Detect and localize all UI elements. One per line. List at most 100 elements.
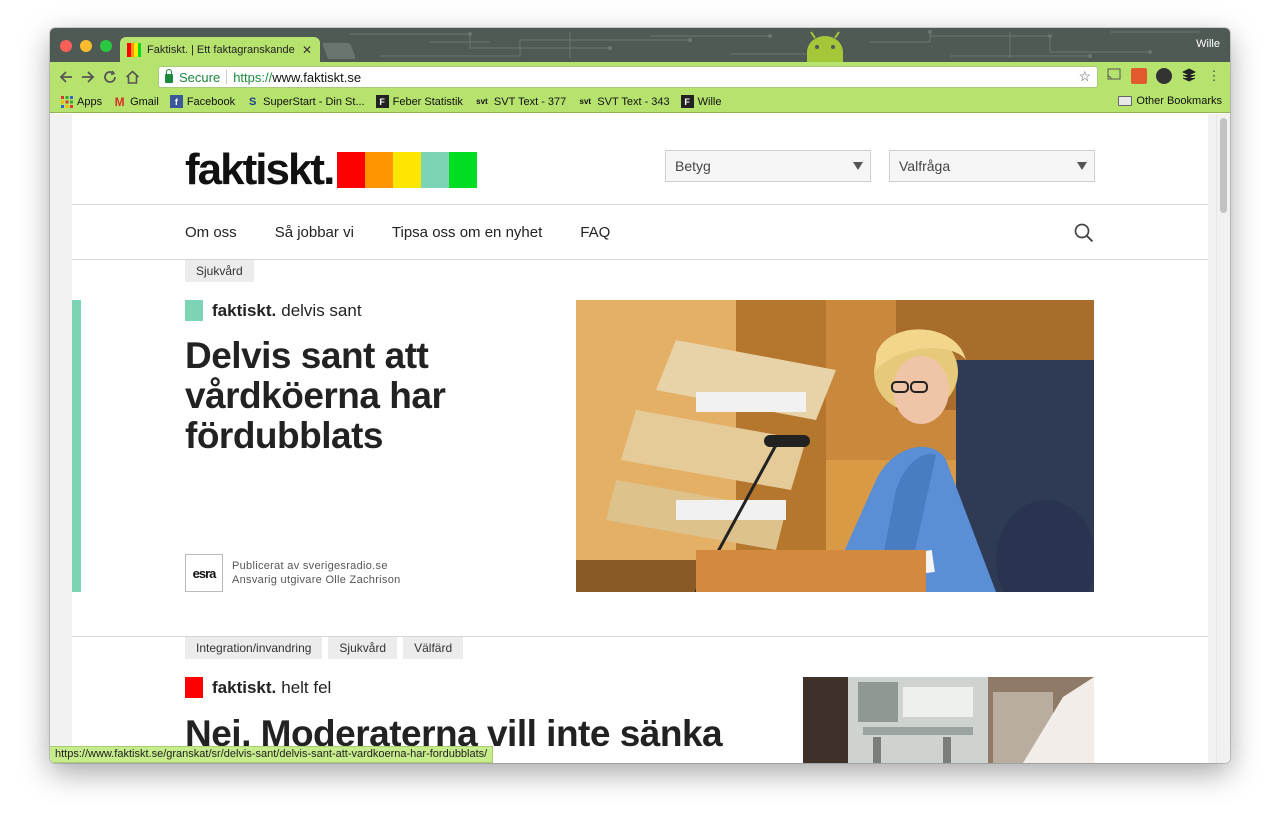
article-photo[interactable] bbox=[576, 300, 1094, 592]
mail-extension-icon[interactable] bbox=[1131, 68, 1147, 84]
feber-icon: F bbox=[375, 95, 389, 108]
bookmark-wille[interactable]: F Wille bbox=[680, 95, 722, 108]
nav-how-we-work[interactable]: Så jobbar vi bbox=[275, 224, 354, 241]
bookmark-facebook[interactable]: f Facebook bbox=[169, 95, 236, 108]
page-scrollbar[interactable] bbox=[1216, 114, 1230, 763]
bookmark-svt-343[interactable]: svt SVT Text - 343 bbox=[577, 95, 670, 108]
url-scheme: https:// bbox=[233, 69, 273, 85]
nav-submit-tip[interactable]: Tipsa oss om en nyhet bbox=[392, 224, 542, 241]
back-arrow-icon[interactable] bbox=[55, 66, 77, 88]
secure-label: Secure bbox=[179, 69, 221, 85]
logo-color-bars bbox=[337, 152, 478, 188]
minimize-window-button[interactable] bbox=[80, 40, 92, 52]
article-photo[interactable] bbox=[803, 677, 1094, 763]
close-window-button[interactable] bbox=[60, 40, 72, 52]
search-icon[interactable] bbox=[1074, 223, 1094, 243]
faktiskt-favicon-icon bbox=[127, 42, 141, 57]
bookmark-label: SVT Text - 377 bbox=[493, 95, 567, 108]
folder-icon bbox=[1118, 96, 1133, 106]
android-mascot-icon bbox=[807, 31, 843, 62]
nav-faq[interactable]: FAQ bbox=[580, 224, 610, 241]
bookmark-label: Wille bbox=[697, 95, 722, 108]
headline-line: fördubblats bbox=[185, 415, 383, 456]
article-tags: Integration/invandring Sjukvård Välfärd bbox=[185, 637, 464, 659]
title-bar: Faktiskt. | Ett faktagranskande ✕ Wille bbox=[50, 28, 1230, 62]
browser-window: Faktiskt. | Ett faktagranskande ✕ Wille … bbox=[50, 28, 1230, 763]
superstart-icon: S bbox=[248, 95, 257, 108]
verdict-label: faktiskt. delvis sant bbox=[185, 300, 362, 321]
responsible-editor: Ansvarig utgivare Olle Zachrison bbox=[232, 574, 401, 586]
facebook-icon: f bbox=[169, 95, 183, 108]
status-bar-url: https://www.faktiskt.se/granskat/sr/delv… bbox=[50, 746, 494, 763]
logo-wordmark: faktiskt. bbox=[185, 145, 335, 194]
apps-grid-icon bbox=[60, 95, 73, 108]
address-bar[interactable]: Secure https:// www.faktiskt.se ☆ bbox=[158, 66, 1098, 88]
zoom-window-button[interactable] bbox=[100, 40, 112, 52]
bookmark-label: Feber Statistik bbox=[392, 95, 463, 108]
omnibox-separator bbox=[226, 70, 228, 84]
tag-integration[interactable]: Integration/invandring bbox=[185, 637, 323, 659]
bookmark-label: SVT Text - 343 bbox=[597, 95, 670, 108]
layers-icon[interactable] bbox=[1181, 68, 1197, 84]
bookmark-label: SuperStart - Din St... bbox=[263, 95, 365, 108]
election-question-select[interactable]: Valfråga bbox=[889, 150, 1095, 182]
nav-about[interactable]: Om oss bbox=[185, 224, 237, 241]
other-bookmarks[interactable]: Other Bookmarks bbox=[1118, 95, 1222, 107]
article-tags: Sjukvård bbox=[185, 260, 254, 282]
verdict-brand: faktiskt. bbox=[212, 300, 277, 320]
extension-icons: ⋮ bbox=[1106, 68, 1222, 84]
gmail-icon: M bbox=[114, 94, 125, 109]
verdict-accent-bar bbox=[72, 300, 81, 592]
browser-tab[interactable]: Faktiskt. | Ett faktagranskande ✕ bbox=[120, 37, 320, 62]
header-divider bbox=[72, 204, 1208, 205]
tag-healthcare[interactable]: Sjukvård bbox=[185, 260, 254, 282]
bookmark-gmail[interactable]: M Gmail bbox=[113, 94, 159, 109]
tag-healthcare[interactable]: Sjukvård bbox=[328, 637, 398, 659]
election-question-value: Valfråga bbox=[899, 158, 951, 174]
tab-title: Faktiskt. | Ett faktagranskande bbox=[147, 43, 295, 56]
verdict-label: faktiskt. helt fel bbox=[185, 677, 331, 698]
dropdown-arrow-icon bbox=[1077, 162, 1087, 170]
main-navigation: Om oss Så jobbar vi Tipsa oss om en nyhe… bbox=[185, 224, 610, 241]
bookmark-label: Apps bbox=[77, 95, 103, 108]
bookmark-svt-377[interactable]: svt SVT Text - 377 bbox=[474, 95, 566, 108]
more-menu-icon[interactable]: ⋮ bbox=[1206, 68, 1222, 84]
dropdown-arrow-icon bbox=[853, 162, 863, 170]
verdict-text: delvis sant bbox=[281, 300, 362, 320]
published-by: Publicerat av sverigesradio.se bbox=[232, 560, 388, 572]
new-tab-button[interactable] bbox=[322, 43, 356, 59]
forward-arrow-icon[interactable] bbox=[77, 66, 99, 88]
tag-welfare[interactable]: Välfärd bbox=[403, 637, 464, 659]
extension-badge-icon[interactable] bbox=[1156, 68, 1172, 84]
verdict-brand: faktiskt. bbox=[212, 677, 277, 697]
other-bookmarks-label: Other Bookmarks bbox=[1136, 95, 1222, 107]
scrollbar-thumb[interactable] bbox=[1220, 118, 1227, 213]
home-icon[interactable] bbox=[121, 66, 143, 88]
bookmark-superstart[interactable]: S SuperStart - Din St... bbox=[246, 95, 365, 108]
verdict-color-square bbox=[185, 300, 203, 321]
rating-filter-select[interactable]: Betyg bbox=[665, 150, 871, 182]
publisher-info: esra Publicerat av sverigesradio.se Ansv… bbox=[185, 554, 401, 592]
bookmark-star-icon[interactable]: ☆ bbox=[1078, 68, 1091, 85]
feber-icon: F bbox=[680, 95, 694, 108]
url-host: www.faktiskt.se bbox=[272, 69, 362, 85]
article-headline[interactable]: Delvis sant att vårdköerna har fördubbla… bbox=[185, 336, 446, 456]
site-logo[interactable]: faktiskt. bbox=[185, 145, 478, 194]
web-page: faktiskt. Betyg Valfråga Om oss Så jobba… bbox=[72, 114, 1208, 763]
reload-icon[interactable] bbox=[99, 66, 121, 88]
profile-name[interactable]: Wille bbox=[1196, 38, 1220, 50]
cast-icon[interactable] bbox=[1106, 68, 1122, 84]
bookmark-apps[interactable]: Apps bbox=[60, 95, 102, 108]
bookmark-label: Gmail bbox=[130, 95, 159, 108]
verdict-text: helt fel bbox=[281, 677, 332, 697]
verdict-color-square bbox=[185, 677, 203, 698]
browser-toolbar: Secure https:// www.faktiskt.se ☆ ⋮ bbox=[50, 62, 1230, 91]
publisher-text: Publicerat av sverigesradio.se Ansvarig … bbox=[232, 559, 401, 587]
sveriges-radio-logo[interactable]: esra bbox=[185, 554, 223, 592]
tab-close-icon[interactable]: ✕ bbox=[302, 43, 312, 57]
headline-line: vårdköerna har bbox=[185, 375, 446, 416]
bookmark-label: Facebook bbox=[186, 95, 236, 108]
bookmarks-bar: Apps M Gmail f Facebook S SuperStart - D… bbox=[50, 91, 1230, 113]
bookmark-feber-statistik[interactable]: F Feber Statistik bbox=[375, 95, 463, 108]
rating-filter-value: Betyg bbox=[675, 158, 711, 174]
